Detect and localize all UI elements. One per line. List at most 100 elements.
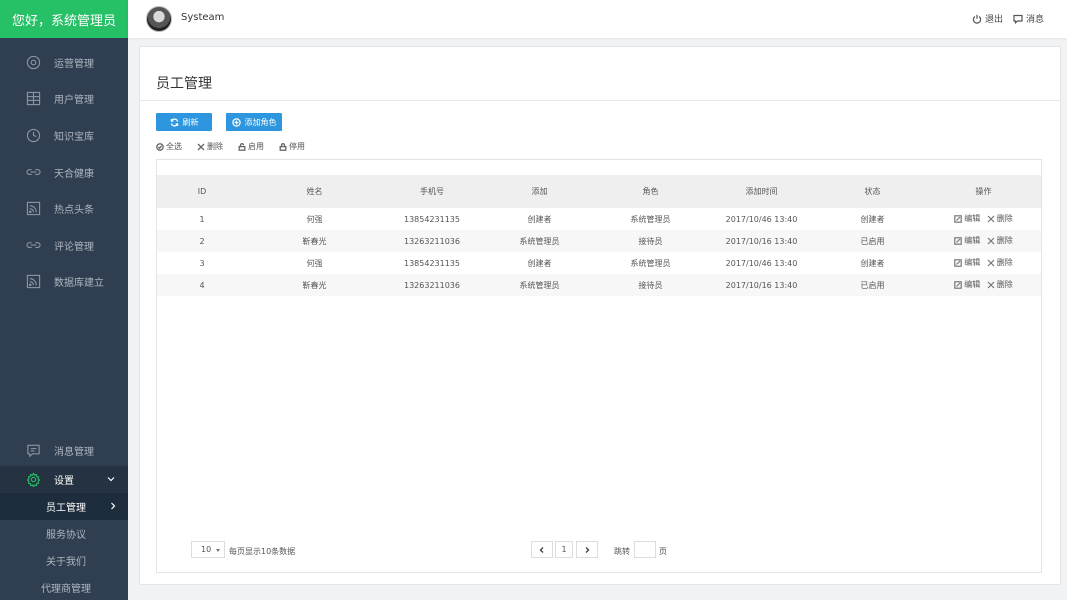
sidebar-item-label: 消息管理 [54,446,94,458]
next-page-button[interactable] [576,541,598,558]
cell-added-by: 创建者 [527,258,552,268]
divider [140,100,1060,101]
sidebar-item-label: 评论管理 [54,241,94,253]
sidebar-item-knowledge[interactable]: 知识宝库 [0,117,128,154]
messages-label: 消息 [1026,15,1045,25]
sidebar-item-database[interactable]: 数据库建立 [0,264,128,301]
messages-button[interactable]: 消息 [1013,12,1044,25]
cell-actions: 编辑 删除 [926,252,1041,274]
logout-button[interactable]: 退出 [972,12,1003,25]
cell-role: 系统管理员 [630,214,671,224]
sidebar-subitem-about[interactable]: 关于我们 [0,547,128,574]
enable-label: 启用 [248,142,264,151]
main-panel: 员工管理 刷新 添加角色 全选 删除 启用 停用 ID 姓名 手机号 添加 角色… [139,46,1061,585]
sidebar-item-comments[interactable]: 评论管理 [0,227,128,264]
select-all-button[interactable]: 全选 [156,141,182,152]
sidebar-item-messages[interactable]: 消息管理 [0,434,128,466]
edit-icon [954,258,963,267]
current-page: 1 [561,545,567,554]
cell-id: 4 [199,280,205,290]
cell-time: 2017/10/16 13:40 [725,236,798,246]
sidebar-item-label: 用户管理 [54,95,94,107]
refresh-icon [170,118,178,126]
close-icon [987,237,995,245]
staff-table: ID 姓名 手机号 添加 角色 添加时间 状态 操作 1 何强 13854231… [157,175,1041,296]
cell-id: 3 [199,258,205,268]
sidebar-item-users[interactable]: 用户管理 [0,81,128,118]
lock-icon [279,142,287,151]
delete-selected-button[interactable]: 删除 [197,141,223,152]
sidebar-subitem-label: 关于我们 [46,557,86,568]
page-number-button[interactable]: 1 [555,541,573,558]
delete-button[interactable]: 删除 [987,257,1013,268]
cell-phone: 13263211036 [404,280,460,290]
column-header: 操作 [975,187,992,196]
sidebar-item-label: 数据库建立 [54,278,104,290]
sidebar-subitem-staff[interactable]: 员工管理 [0,493,128,520]
power-icon [972,14,982,24]
grid-icon [26,91,41,106]
enable-button[interactable]: 启用 [238,141,264,152]
page-unit-label: 页 [659,547,667,556]
column-header: 添加时间 [745,187,778,196]
add-role-button[interactable]: 添加角色 [226,113,282,131]
rss-icon [26,274,41,289]
edit-button[interactable]: 编辑 [954,213,980,224]
sidebar: 您好，系统管理员 运营管理 用户管理 知识宝库 天合健康 热点头条 评论管理 数… [0,0,128,600]
sidebar-subitem-label: 员工管理 [46,503,86,514]
sidebar-item-health[interactable]: 天合健康 [0,154,128,191]
sidebar-subitem-label: 代理商管理 [41,584,91,595]
delete-button[interactable]: 删除 [987,279,1013,290]
edit-button[interactable]: 编辑 [954,235,980,246]
sidebar-subitem-label: 服务协议 [46,530,86,541]
cell-status: 已启用 [860,236,885,246]
jump-page-input[interactable] [634,541,656,558]
sidebar-subitem-service-agreement[interactable]: 服务协议 [0,520,128,547]
prev-page-button[interactable] [531,541,553,558]
cell-time: 2017/10/46 13:40 [725,214,798,224]
cell-id: 1 [199,214,205,224]
edit-label: 编辑 [964,214,981,224]
page-size-select[interactable]: 10 [191,541,225,558]
cell-phone: 13854231135 [404,258,460,268]
edit-button[interactable]: 编辑 [954,279,980,290]
table-header-row: ID 姓名 手机号 添加 角色 添加时间 状态 操作 [157,175,1041,208]
link-icon [26,165,41,180]
close-icon [987,259,995,267]
table-row: 4 靳春光 13263211036 系统管理员 接待员 2017/10/16 1… [157,274,1041,296]
sidebar-item-settings[interactable]: 设置 [0,466,128,493]
link-icon [26,238,41,253]
refresh-button[interactable]: 刷新 [156,113,212,131]
sidebar-item-headlines[interactable]: 热点头条 [0,190,128,227]
chevron-right-icon [108,501,118,511]
cell-role: 接待员 [638,236,663,246]
page-size-value: 10 [201,545,212,554]
sidebar-subitem-agents[interactable]: 代理商管理 [0,574,128,600]
staff-table-container: ID 姓名 手机号 添加 角色 添加时间 状态 操作 1 何强 13854231… [156,159,1042,573]
avatar[interactable] [146,6,172,32]
cell-actions: 编辑 删除 [926,230,1041,252]
edit-icon [954,214,963,223]
delete-label: 删除 [996,280,1013,290]
sidebar-nav: 运营管理 用户管理 知识宝库 天合健康 热点头条 评论管理 数据库建立 [0,44,128,300]
delete-button[interactable]: 删除 [987,213,1013,224]
select-all-label: 全选 [166,142,182,151]
check-circle-icon [156,142,164,151]
column-header: 手机号 [420,187,444,196]
cell-actions: 编辑 删除 [926,274,1041,296]
edit-button[interactable]: 编辑 [954,257,980,268]
disable-button[interactable]: 停用 [279,141,305,152]
rss-icon [26,201,41,216]
page-size-info: 每页显示10条数据 [229,547,296,556]
sidebar-item-label: 设置 [54,476,74,487]
table-row: 2 靳春光 13263211036 系统管理员 接待员 2017/10/16 1… [157,230,1041,252]
sidebar-item-operations[interactable]: 运营管理 [0,44,128,81]
edit-label: 编辑 [964,258,981,268]
delete-label: 删除 [207,142,223,151]
close-icon [197,143,205,150]
close-icon [987,281,995,289]
cell-role: 接待员 [638,280,663,290]
delete-button[interactable]: 删除 [987,235,1013,246]
message-icon [1013,14,1023,24]
target-icon [26,55,41,70]
